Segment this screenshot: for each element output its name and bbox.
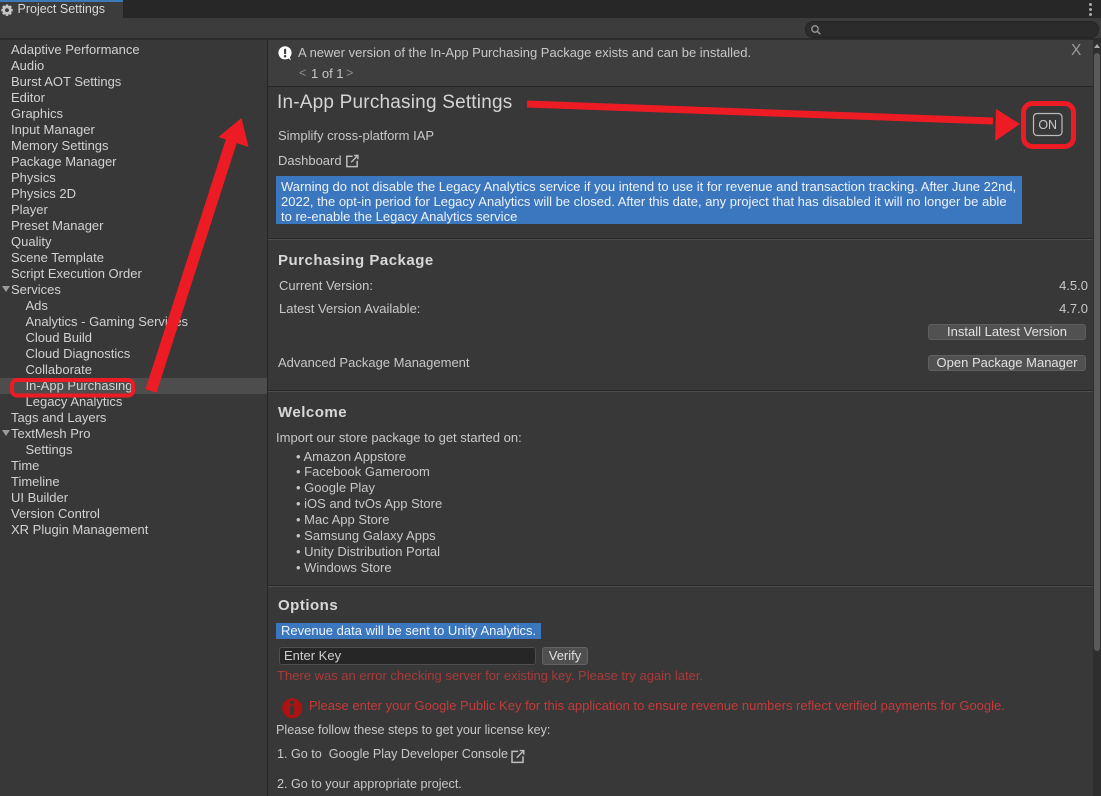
svg-text:ON: ON [1038,118,1057,132]
